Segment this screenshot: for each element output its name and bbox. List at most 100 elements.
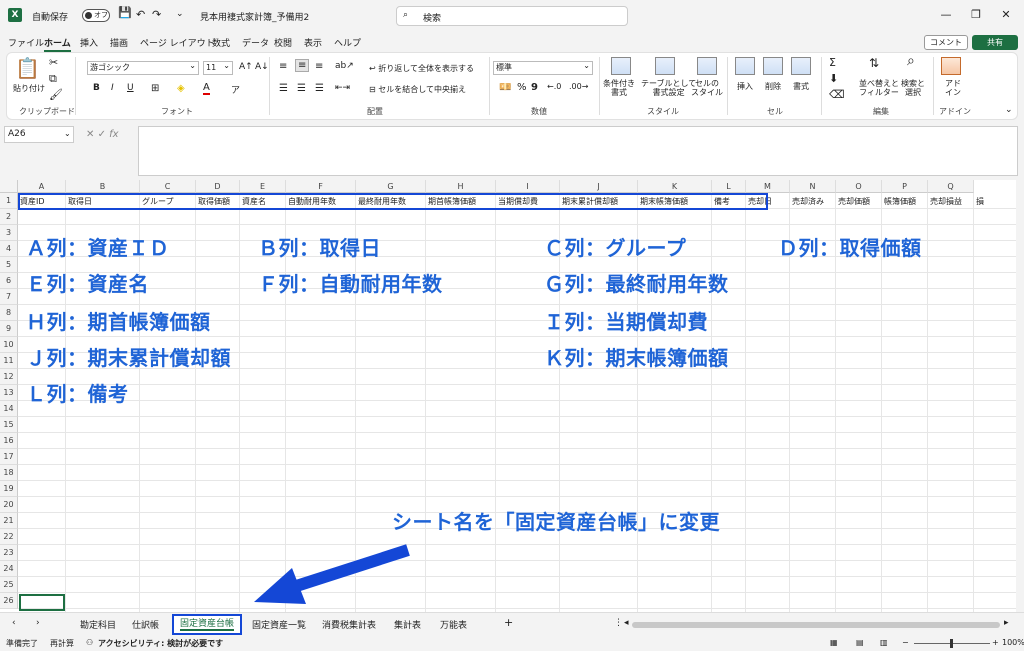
spreadsheet-grid[interactable]: ABCDEFGHIJKLMNOPQ 1 2 3 4 5 6 7 8 9 10 11 12 13 14 15 1… (0, 180, 1016, 612)
zoom-out-icon[interactable]: − (902, 638, 909, 647)
page-layout-view-icon[interactable]: ▤ (856, 638, 864, 647)
column-header-g[interactable]: G (356, 180, 426, 193)
tab-options-icon[interactable]: ⋮ (614, 618, 623, 628)
row-header-21[interactable]: 21 (0, 513, 18, 529)
fill-icon[interactable]: ⬇ (829, 73, 838, 85)
header-cell[interactable]: 売却損益 (928, 194, 974, 209)
row-header-19[interactable]: 19 (0, 481, 18, 497)
row-header-1[interactable]: 1 (0, 193, 18, 209)
sort-filter-label[interactable]: 並べ替えと フィルター (859, 79, 899, 97)
minimize-button[interactable]: — (936, 6, 956, 24)
phonetic-icon[interactable]: ア (231, 83, 240, 96)
hscroll-left-icon[interactable]: ◂ (624, 618, 629, 628)
copy-icon[interactable]: ⧉ (49, 73, 57, 85)
next-sheet-icon[interactable]: › (36, 618, 40, 628)
fill-color-icon[interactable]: ◈ (177, 83, 185, 94)
percent-icon[interactable]: % (517, 82, 527, 93)
increase-decimal-icon[interactable]: ←.0 (547, 82, 561, 91)
autosum-icon[interactable]: Σ (829, 57, 836, 69)
close-button[interactable]: ✕ (996, 6, 1016, 24)
align-top-icon[interactable]: ≡ (279, 61, 287, 72)
tab-formulas[interactable]: 数式 (212, 36, 230, 49)
paste-icon[interactable]: 📋 (15, 57, 40, 79)
row-header-2[interactable]: 2 (0, 209, 18, 225)
addins-icon[interactable] (941, 57, 961, 75)
column-header-k[interactable]: K (638, 180, 712, 193)
header-cell[interactable]: 帳簿価額 (882, 194, 928, 209)
add-sheet-button[interactable]: + (504, 616, 513, 629)
format-as-table-label[interactable]: テーブルとして 書式設定 (641, 79, 696, 97)
paste-label[interactable]: 貼り付け (13, 83, 45, 94)
row-header-7[interactable]: 7 (0, 289, 18, 305)
select-all-corner[interactable] (0, 180, 18, 193)
column-header-c[interactable]: C (140, 180, 196, 193)
zoom-slider-thumb[interactable] (950, 639, 953, 648)
format-cells-label[interactable]: 書式 (793, 81, 809, 92)
underline-icon[interactable]: U (127, 83, 134, 93)
prev-sheet-icon[interactable]: ‹ (12, 618, 16, 628)
tab-view[interactable]: 表示 (304, 36, 322, 49)
font-grow-icon[interactable]: A↑ (239, 62, 253, 72)
header-cell[interactable]: 売却済み (790, 194, 836, 209)
font-shrink-icon[interactable]: A↓ (255, 62, 269, 72)
delete-cells-label[interactable]: 削除 (765, 81, 781, 92)
row-header-20[interactable]: 20 (0, 497, 18, 513)
zoom-level[interactable]: 100% (1002, 638, 1024, 647)
column-header-o[interactable]: O (836, 180, 882, 193)
border-icon[interactable]: ⊞ (151, 83, 159, 94)
orientation-icon[interactable]: ab↗ (335, 61, 354, 71)
search-box[interactable]: ⌕ 検索 (396, 6, 628, 26)
row-header-14[interactable]: 14 (0, 401, 18, 417)
column-header-f[interactable]: F (286, 180, 356, 193)
italic-icon[interactable]: I (111, 83, 114, 93)
autosave-toggle[interactable]: オフ (82, 9, 110, 22)
tab-insert[interactable]: 挿入 (80, 36, 98, 49)
row-header-12[interactable]: 12 (0, 369, 18, 385)
tab-review[interactable]: 校閲 (274, 36, 292, 49)
cell-styles-icon[interactable] (697, 57, 717, 75)
sheet-tab-kanjo[interactable]: 勘定科目 (80, 618, 116, 631)
maximize-button[interactable]: ❐ (966, 6, 986, 24)
row-header-4[interactable]: 4 (0, 241, 18, 257)
quick-access-dropdown-icon[interactable]: ⌄ (176, 9, 184, 19)
currency-icon[interactable]: 💴 (499, 82, 511, 93)
align-middle-icon[interactable]: ≡ (295, 59, 310, 72)
decrease-decimal-icon[interactable]: .00→ (569, 82, 588, 91)
row-header-10[interactable]: 10 (0, 337, 18, 353)
row-header-23[interactable]: 23 (0, 545, 18, 561)
row-header-8[interactable]: 8 (0, 305, 18, 321)
align-center-icon[interactable]: ☰ (297, 83, 306, 94)
column-header-d[interactable]: D (196, 180, 240, 193)
column-header-j[interactable]: J (560, 180, 638, 193)
find-icon[interactable]: ⌕ (907, 54, 915, 68)
tab-page-layout[interactable]: ページ レイアウト (140, 36, 215, 49)
row-header-25[interactable]: 25 (0, 577, 18, 593)
sheet-tab-fixed-asset-ledger[interactable]: 固定資産台帳 (172, 614, 242, 635)
sheet-tab-shiwake[interactable]: 仕訳帳 (132, 618, 159, 631)
row-header-11[interactable]: 11 (0, 353, 18, 369)
row-header-13[interactable]: 13 (0, 385, 18, 401)
horizontal-scrollbar[interactable] (632, 622, 1000, 628)
merge-center-button[interactable]: ⊟ セルを結合して中央揃え (369, 84, 466, 95)
bold-icon[interactable]: B (93, 83, 100, 93)
font-color-icon[interactable]: A (203, 82, 210, 95)
zoom-in-icon[interactable]: + (992, 638, 999, 647)
name-box-dropdown-icon[interactable]: ⌄ (64, 129, 71, 138)
cell-styles-label[interactable]: セルの スタイル (691, 79, 723, 97)
status-accessibility[interactable]: アクセシビリティ: 検討が必要です (98, 638, 223, 649)
column-header-b[interactable]: B (66, 180, 140, 193)
page-break-view-icon[interactable]: ▥ (880, 638, 888, 647)
header-cell[interactable]: 損 (974, 194, 1014, 209)
redo-icon[interactable]: ↷ (152, 8, 161, 21)
sort-filter-icon[interactable]: ⇅ (869, 57, 879, 69)
row-header-18[interactable]: 18 (0, 465, 18, 481)
format-cells-icon[interactable] (791, 57, 811, 75)
insert-cells-icon[interactable] (735, 57, 755, 75)
conditional-format-icon[interactable] (611, 57, 631, 75)
column-header-i[interactable]: I (496, 180, 560, 193)
indent-icon[interactable]: ⇤⇥ (335, 83, 350, 93)
column-header-h[interactable]: H (426, 180, 496, 193)
fx-icon[interactable]: fx (109, 129, 118, 140)
normal-view-icon[interactable]: ▦ (830, 638, 838, 647)
align-bottom-icon[interactable]: ≡ (315, 61, 323, 72)
